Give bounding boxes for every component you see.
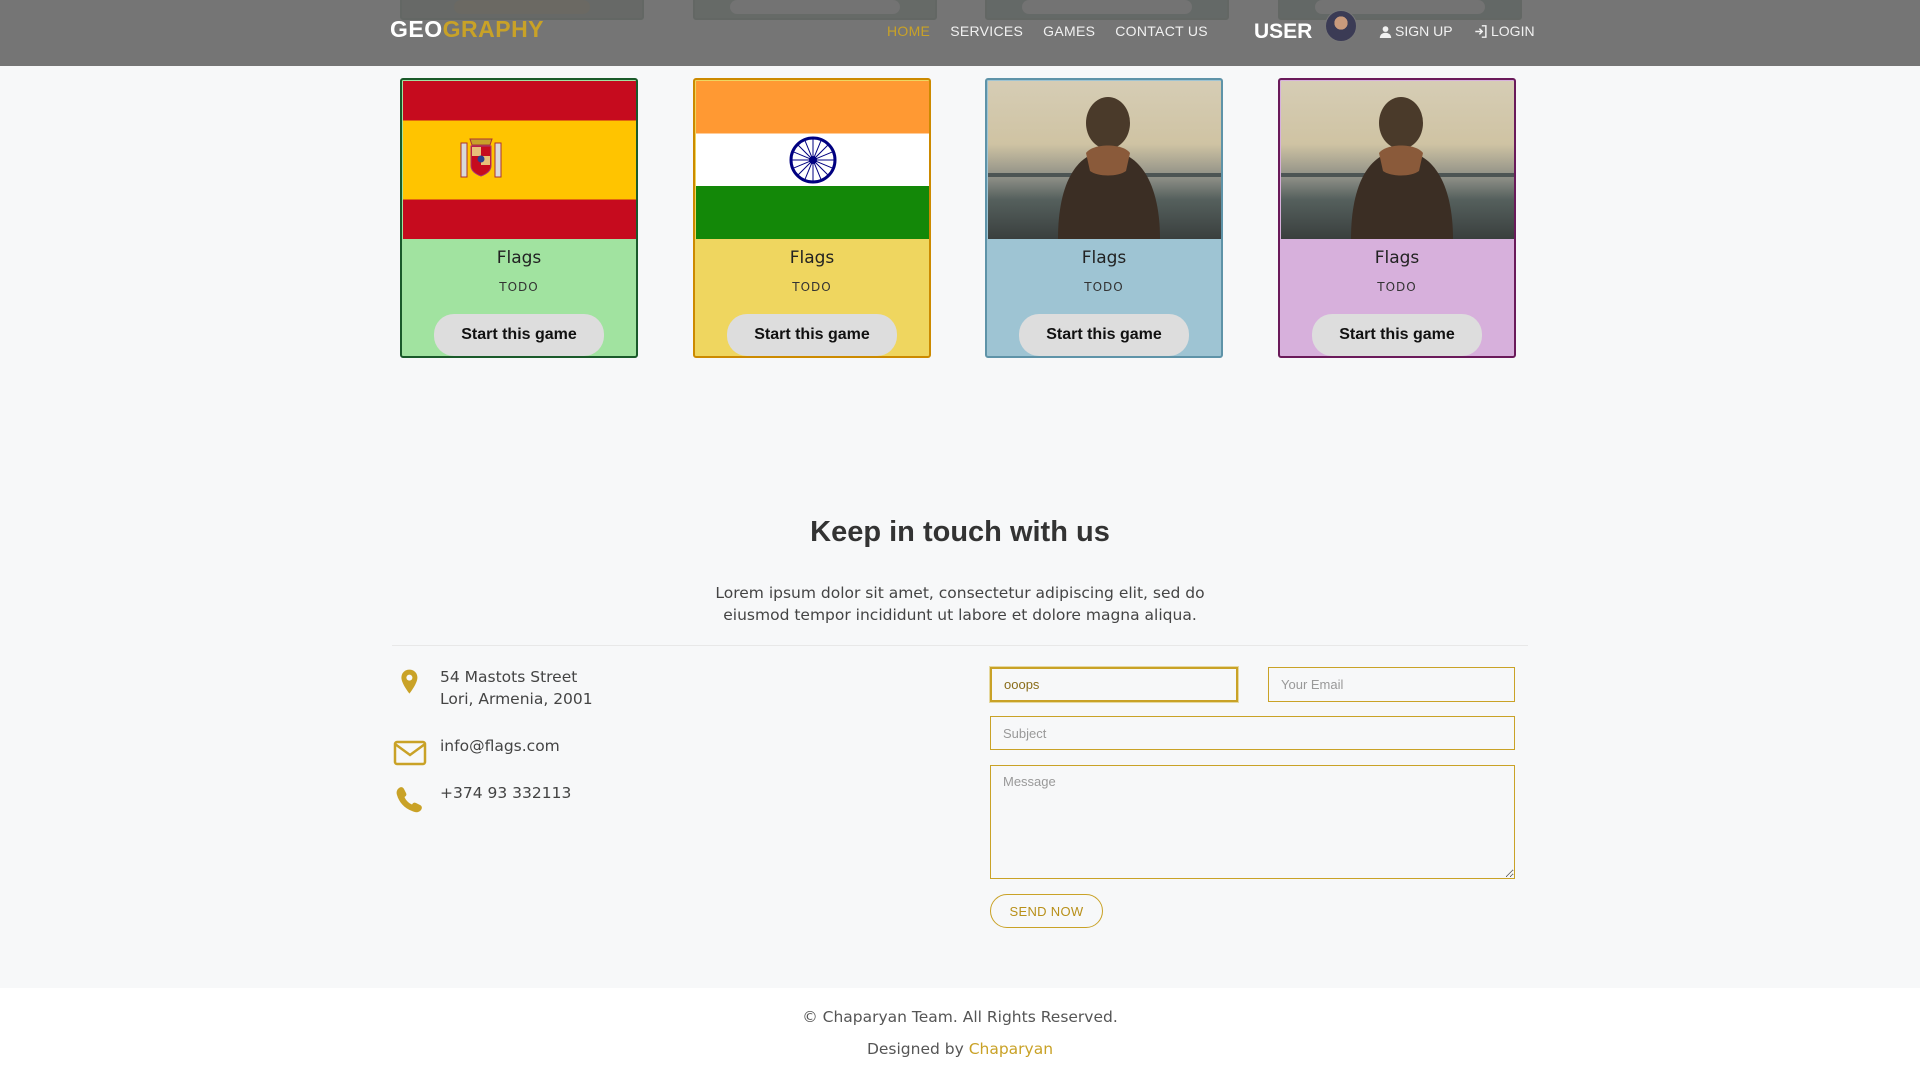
game-card-india: Flags TODO Start this game — [693, 78, 931, 358]
start-game-button[interactable]: Start this game — [727, 314, 897, 356]
phone-icon — [396, 787, 422, 813]
contact-email[interactable]: info@flags.com — [440, 735, 560, 757]
card-subtitle: TODO — [499, 280, 539, 294]
start-game-button[interactable]: Start this game — [1312, 314, 1482, 356]
card-title: Flags — [789, 248, 835, 268]
ashoka-chakra-icon — [789, 136, 837, 184]
designed-by: Designed by Chaparyan — [0, 1040, 1920, 1058]
card-title: Flags — [1374, 248, 1420, 268]
card-subtitle: TODO — [792, 280, 832, 294]
email-field[interactable] — [1268, 667, 1515, 702]
card-title: Flags — [1081, 248, 1127, 268]
footer — [0, 988, 1920, 1080]
person-silhouette-icon — [1281, 97, 1514, 239]
game-card-4: Flags TODO Start this game — [1278, 78, 1516, 358]
address-line-1: 54 Mastots Street — [440, 668, 578, 686]
nav-games[interactable]: GAMES — [1043, 23, 1095, 39]
signup-link[interactable]: SIGN UP — [1379, 23, 1453, 39]
top-navbar: GEOGRAPHY HOME SERVICES GAMES CONTACT US… — [0, 0, 1920, 66]
send-button[interactable]: SEND NOW — [990, 894, 1103, 928]
brand-logo[interactable]: GEOGRAPHY — [390, 16, 544, 43]
login-label: LOGIN — [1491, 23, 1535, 39]
login-icon — [1475, 24, 1487, 38]
signup-label: SIGN UP — [1395, 23, 1453, 39]
contact-phone[interactable]: +374 93 332113 — [440, 782, 571, 804]
subject-field[interactable] — [990, 716, 1515, 750]
designer-link[interactable]: Chaparyan — [969, 1040, 1053, 1058]
user-icon — [1379, 25, 1392, 38]
person-silhouette-icon — [988, 97, 1221, 239]
brand-part-2: GRAPHY — [442, 16, 545, 42]
india-flag-image — [696, 81, 929, 239]
spain-coat-of-arms-icon — [460, 138, 502, 178]
message-field[interactable] — [990, 765, 1515, 879]
contact-description: Lorem ipsum dolor sit amet, consectetur … — [715, 584, 1205, 624]
contact-title: Keep in touch with us — [810, 516, 1110, 548]
card-title: Flags — [496, 248, 542, 268]
map-pin-icon — [401, 669, 418, 694]
user-label: USER — [1254, 20, 1313, 43]
spain-flag-image — [403, 81, 636, 239]
nav-home[interactable]: HOME — [887, 23, 930, 39]
game-card-3: Flags TODO Start this game — [985, 78, 1223, 358]
person-photo-image — [988, 81, 1221, 239]
login-link[interactable]: LOGIN — [1474, 23, 1535, 39]
nav-contact-us[interactable]: CONTACT US — [1115, 23, 1208, 39]
copyright-text: © Chaparyan Team. All Rights Reserved. — [802, 1008, 1118, 1026]
avatar[interactable] — [1325, 10, 1357, 42]
card-subtitle: TODO — [1377, 280, 1417, 294]
game-card-spain: Flags TODO Start this game — [400, 78, 638, 358]
name-field[interactable] — [990, 667, 1238, 702]
start-game-button[interactable]: Start this game — [1019, 314, 1189, 356]
envelope-icon — [393, 740, 427, 766]
designed-by-prefix: Designed by — [866, 1040, 969, 1058]
card-subtitle: TODO — [1084, 280, 1124, 294]
main-nav: HOME SERVICES GAMES CONTACT US — [887, 23, 1208, 39]
brand-part-1: GEO — [390, 16, 443, 42]
divider — [392, 645, 1528, 646]
start-game-button[interactable]: Start this game — [434, 314, 604, 356]
nav-services[interactable]: SERVICES — [950, 23, 1023, 39]
person-photo-image — [1281, 81, 1514, 239]
address-line-2: Lori, Armenia, 2001 — [440, 690, 593, 708]
